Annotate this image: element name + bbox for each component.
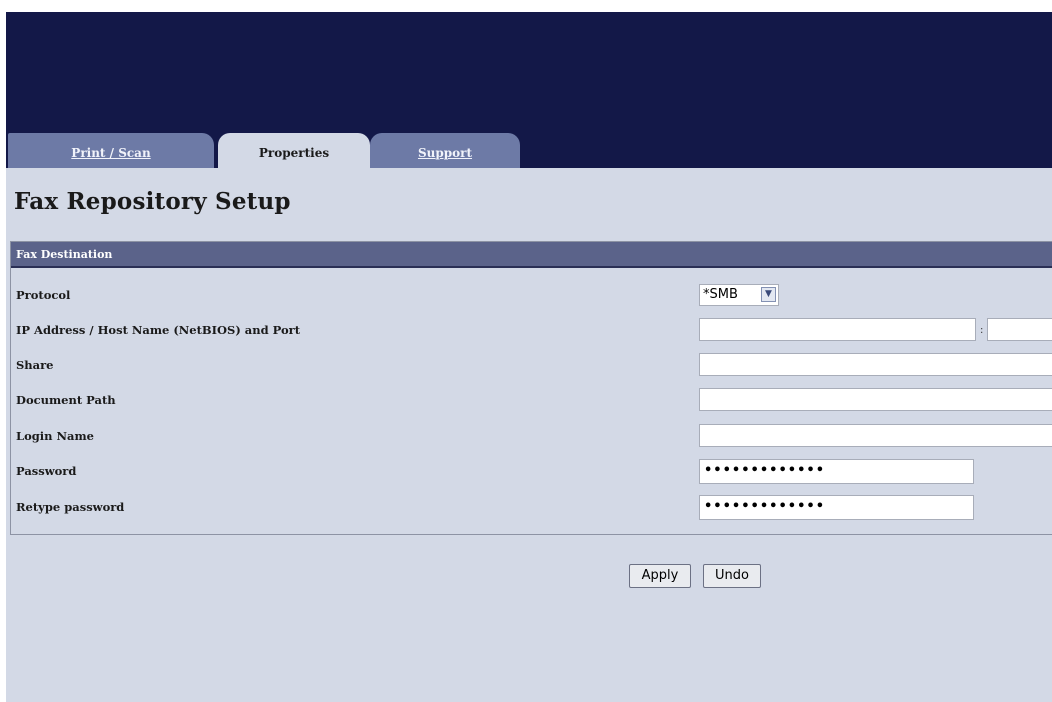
port-separator: : <box>980 325 984 336</box>
undo-button[interactable]: Undo <box>703 564 761 588</box>
login-name-row: Login Name <box>11 423 1052 451</box>
app-window: Print / Scan Properties Support Fax Repo… <box>6 12 1052 702</box>
ip-address-row: IP Address / Host Name (NetBIOS) and Por… <box>11 317 1052 345</box>
protocol-value: *SMB <box>703 287 738 302</box>
host-name-input[interactable] <box>699 318 976 341</box>
retype-password-row: Retype password ••••••••••••• <box>11 494 1052 522</box>
page-title: Fax Repository Setup <box>14 188 291 215</box>
protocol-row: Protocol *SMB ▼ <box>11 282 1052 310</box>
tab-support[interactable]: Support <box>370 133 520 168</box>
port-input[interactable] <box>987 318 1052 341</box>
tab-properties[interactable]: Properties <box>218 133 370 168</box>
share-row: Share <box>11 352 1052 380</box>
share-input[interactable] <box>699 353 1052 376</box>
protocol-select[interactable]: *SMB ▼ <box>699 284 779 306</box>
fax-destination-panel: Fax Destination Protocol *SMB ▼ IP Addre… <box>10 241 1052 535</box>
panel-header: Fax Destination <box>11 242 1052 268</box>
password-input[interactable]: ••••••••••••• <box>699 459 974 484</box>
protocol-label: Protocol <box>16 288 71 302</box>
document-path-label: Document Path <box>16 393 116 407</box>
ip-address-label: IP Address / Host Name (NetBIOS) and Por… <box>16 323 301 337</box>
tab-print-scan[interactable]: Print / Scan <box>8 133 214 168</box>
document-path-input[interactable] <box>699 388 1052 411</box>
password-label: Password <box>16 464 77 478</box>
share-label: Share <box>16 358 54 372</box>
retype-password-input[interactable]: ••••••••••••• <box>699 495 974 520</box>
retype-password-label: Retype password <box>16 500 125 514</box>
document-path-row: Document Path <box>11 387 1052 415</box>
chevron-down-icon[interactable]: ▼ <box>761 287 776 302</box>
apply-button[interactable]: Apply <box>629 564 691 588</box>
password-row: Password ••••••••••••• <box>11 458 1052 486</box>
login-name-input[interactable] <box>699 424 1052 447</box>
login-name-label: Login Name <box>16 429 94 443</box>
